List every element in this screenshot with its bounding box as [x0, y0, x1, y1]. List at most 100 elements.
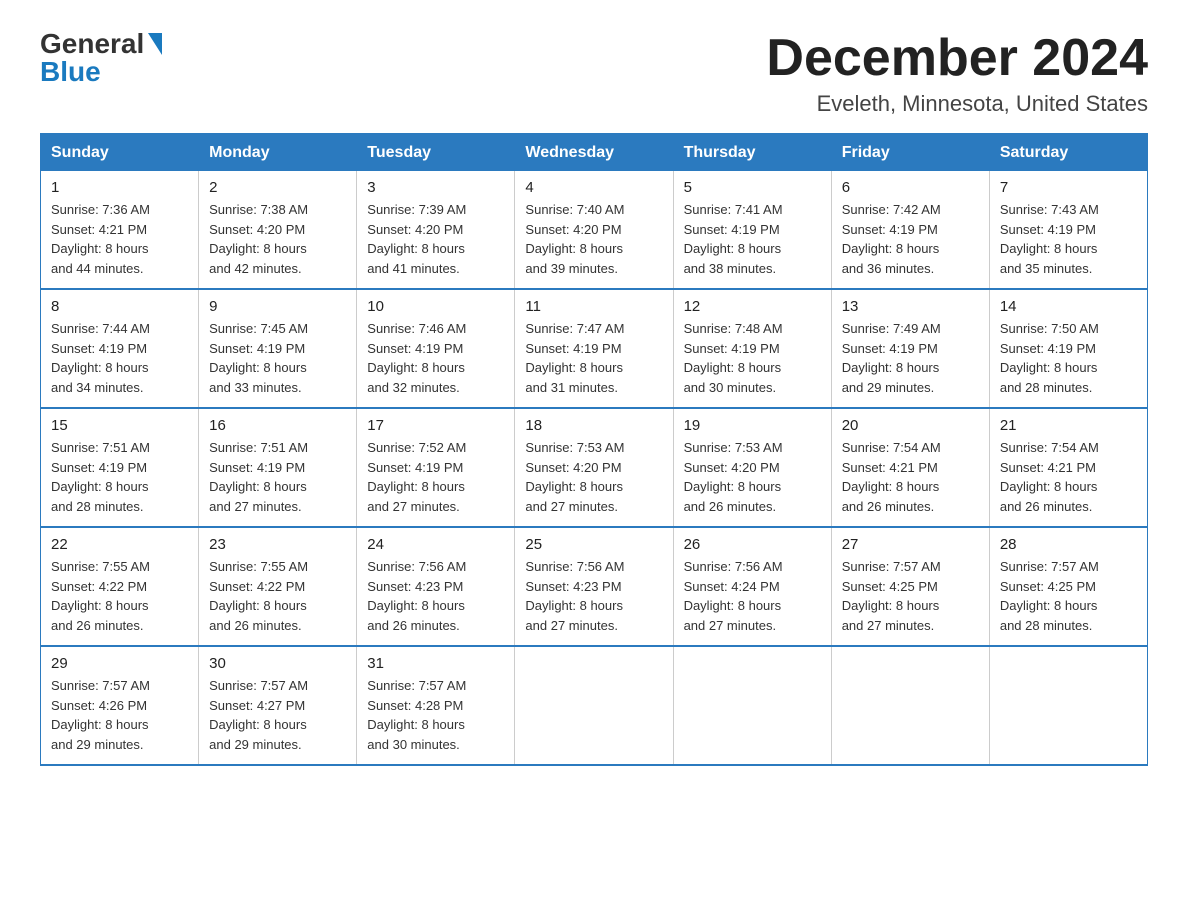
calendar-cell: 8 Sunrise: 7:44 AMSunset: 4:19 PMDaylight… — [41, 289, 199, 408]
calendar-cell: 12 Sunrise: 7:48 AMSunset: 4:19 PMDayligh… — [673, 289, 831, 408]
day-info: Sunrise: 7:56 AMSunset: 4:24 PMDaylight:… — [684, 557, 821, 635]
day-number: 8 — [51, 298, 188, 315]
calendar-cell — [989, 646, 1147, 765]
day-info: Sunrise: 7:57 AMSunset: 4:26 PMDaylight:… — [51, 676, 188, 754]
day-info: Sunrise: 7:55 AMSunset: 4:22 PMDaylight:… — [51, 557, 188, 635]
calendar-cell: 31 Sunrise: 7:57 AMSunset: 4:28 PMDayligh… — [357, 646, 515, 765]
day-number: 20 — [842, 417, 979, 434]
calendar-week-row: 8 Sunrise: 7:44 AMSunset: 4:19 PMDaylight… — [41, 289, 1148, 408]
calendar-cell: 27 Sunrise: 7:57 AMSunset: 4:25 PMDayligh… — [831, 527, 989, 646]
day-number: 22 — [51, 536, 188, 553]
calendar-cell — [515, 646, 673, 765]
day-info: Sunrise: 7:56 AMSunset: 4:23 PMDaylight:… — [367, 557, 504, 635]
day-number: 28 — [1000, 536, 1137, 553]
calendar-cell: 6 Sunrise: 7:42 AMSunset: 4:19 PMDaylight… — [831, 171, 989, 290]
day-number: 18 — [525, 417, 662, 434]
day-number: 3 — [367, 179, 504, 196]
day-info: Sunrise: 7:46 AMSunset: 4:19 PMDaylight:… — [367, 319, 504, 397]
day-info: Sunrise: 7:54 AMSunset: 4:21 PMDaylight:… — [842, 438, 979, 516]
header-friday: Friday — [831, 134, 989, 171]
day-info: Sunrise: 7:57 AMSunset: 4:25 PMDaylight:… — [842, 557, 979, 635]
day-info: Sunrise: 7:51 AMSunset: 4:19 PMDaylight:… — [51, 438, 188, 516]
day-info: Sunrise: 7:51 AMSunset: 4:19 PMDaylight:… — [209, 438, 346, 516]
calendar-cell: 21 Sunrise: 7:54 AMSunset: 4:21 PMDayligh… — [989, 408, 1147, 527]
day-number: 26 — [684, 536, 821, 553]
day-info: Sunrise: 7:39 AMSunset: 4:20 PMDaylight:… — [367, 200, 504, 278]
calendar-cell: 20 Sunrise: 7:54 AMSunset: 4:21 PMDayligh… — [831, 408, 989, 527]
day-number: 16 — [209, 417, 346, 434]
day-number: 9 — [209, 298, 346, 315]
day-info: Sunrise: 7:56 AMSunset: 4:23 PMDaylight:… — [525, 557, 662, 635]
header-thursday: Thursday — [673, 134, 831, 171]
calendar-cell: 18 Sunrise: 7:53 AMSunset: 4:20 PMDayligh… — [515, 408, 673, 527]
calendar-cell: 3 Sunrise: 7:39 AMSunset: 4:20 PMDaylight… — [357, 171, 515, 290]
calendar-cell: 19Sunrise: 7:53 AMSunset: 4:20 PMDayligh… — [673, 408, 831, 527]
day-info: Sunrise: 7:48 AMSunset: 4:19 PMDaylight:… — [684, 319, 821, 397]
calendar-cell: 10 Sunrise: 7:46 AMSunset: 4:19 PMDayligh… — [357, 289, 515, 408]
day-number: 12 — [684, 298, 821, 315]
header-wednesday: Wednesday — [515, 134, 673, 171]
day-number: 14 — [1000, 298, 1137, 315]
calendar-cell: 16 Sunrise: 7:51 AMSunset: 4:19 PMDayligh… — [199, 408, 357, 527]
calendar-cell: 9Sunrise: 7:45 AMSunset: 4:19 PMDaylight… — [199, 289, 357, 408]
header-monday: Monday — [199, 134, 357, 171]
logo: General Blue — [40, 30, 164, 86]
calendar-cell: 11Sunrise: 7:47 AMSunset: 4:19 PMDayligh… — [515, 289, 673, 408]
calendar-cell: 26 Sunrise: 7:56 AMSunset: 4:24 PMDayligh… — [673, 527, 831, 646]
calendar-cell — [831, 646, 989, 765]
day-number: 17 — [367, 417, 504, 434]
day-info: Sunrise: 7:44 AMSunset: 4:19 PMDaylight:… — [51, 319, 188, 397]
page-subtitle: Eveleth, Minnesota, United States — [766, 91, 1148, 117]
day-info: Sunrise: 7:42 AMSunset: 4:19 PMDaylight:… — [842, 200, 979, 278]
calendar-cell: 7Sunrise: 7:43 AMSunset: 4:19 PMDaylight… — [989, 171, 1147, 290]
title-section: December 2024 Eveleth, Minnesota, United… — [766, 30, 1148, 117]
logo-triangle-icon — [148, 33, 162, 55]
day-number: 21 — [1000, 417, 1137, 434]
day-info: Sunrise: 7:55 AMSunset: 4:22 PMDaylight:… — [209, 557, 346, 635]
day-info: Sunrise: 7:41 AMSunset: 4:19 PMDaylight:… — [684, 200, 821, 278]
calendar-cell: 25Sunrise: 7:56 AMSunset: 4:23 PMDayligh… — [515, 527, 673, 646]
day-info: Sunrise: 7:57 AMSunset: 4:28 PMDaylight:… — [367, 676, 504, 754]
day-info: Sunrise: 7:36 AMSunset: 4:21 PMDaylight:… — [51, 200, 188, 278]
calendar-cell: 2Sunrise: 7:38 AMSunset: 4:20 PMDaylight… — [199, 171, 357, 290]
day-number: 27 — [842, 536, 979, 553]
calendar-cell: 4Sunrise: 7:40 AMSunset: 4:20 PMDaylight… — [515, 171, 673, 290]
day-number: 10 — [367, 298, 504, 315]
calendar-cell: 15 Sunrise: 7:51 AMSunset: 4:19 PMDayligh… — [41, 408, 199, 527]
day-number: 29 — [51, 655, 188, 672]
day-info: Sunrise: 7:57 AMSunset: 4:25 PMDaylight:… — [1000, 557, 1137, 635]
day-info: Sunrise: 7:53 AMSunset: 4:20 PMDaylight:… — [525, 438, 662, 516]
day-number: 11 — [525, 298, 662, 315]
header-sunday: Sunday — [41, 134, 199, 171]
calendar-table: Sunday Monday Tuesday Wednesday Thursday… — [40, 133, 1148, 766]
calendar-cell: 30Sunrise: 7:57 AMSunset: 4:27 PMDayligh… — [199, 646, 357, 765]
calendar-cell: 13Sunrise: 7:49 AMSunset: 4:19 PMDayligh… — [831, 289, 989, 408]
day-number: 4 — [525, 179, 662, 196]
calendar-week-row: 15 Sunrise: 7:51 AMSunset: 4:19 PMDayligh… — [41, 408, 1148, 527]
calendar-cell: 14Sunrise: 7:50 AMSunset: 4:19 PMDayligh… — [989, 289, 1147, 408]
day-number: 1 — [51, 179, 188, 196]
day-info: Sunrise: 7:43 AMSunset: 4:19 PMDaylight:… — [1000, 200, 1137, 278]
logo-general-text: General — [40, 30, 144, 58]
day-info: Sunrise: 7:57 AMSunset: 4:27 PMDaylight:… — [209, 676, 346, 754]
day-number: 13 — [842, 298, 979, 315]
calendar-cell: 28 Sunrise: 7:57 AMSunset: 4:25 PMDayligh… — [989, 527, 1147, 646]
day-info: Sunrise: 7:38 AMSunset: 4:20 PMDaylight:… — [209, 200, 346, 278]
day-info: Sunrise: 7:54 AMSunset: 4:21 PMDaylight:… — [1000, 438, 1137, 516]
day-info: Sunrise: 7:52 AMSunset: 4:19 PMDaylight:… — [367, 438, 504, 516]
calendar-cell — [673, 646, 831, 765]
header-saturday: Saturday — [989, 134, 1147, 171]
day-number: 31 — [367, 655, 504, 672]
calendar-cell: 24Sunrise: 7:56 AMSunset: 4:23 PMDayligh… — [357, 527, 515, 646]
calendar-week-row: 1 Sunrise: 7:36 AMSunset: 4:21 PMDaylight… — [41, 171, 1148, 290]
day-number: 6 — [842, 179, 979, 196]
calendar-cell: 23 Sunrise: 7:55 AMSunset: 4:22 PMDayligh… — [199, 527, 357, 646]
header-tuesday: Tuesday — [357, 134, 515, 171]
calendar-body: 1 Sunrise: 7:36 AMSunset: 4:21 PMDaylight… — [41, 171, 1148, 766]
calendar-cell: 22 Sunrise: 7:55 AMSunset: 4:22 PMDayligh… — [41, 527, 199, 646]
calendar-week-row: 29 Sunrise: 7:57 AMSunset: 4:26 PMDayligh… — [41, 646, 1148, 765]
page-header: General Blue December 2024 Eveleth, Minn… — [40, 30, 1148, 117]
day-number: 23 — [209, 536, 346, 553]
day-number: 15 — [51, 417, 188, 434]
header-row: Sunday Monday Tuesday Wednesday Thursday… — [41, 134, 1148, 171]
